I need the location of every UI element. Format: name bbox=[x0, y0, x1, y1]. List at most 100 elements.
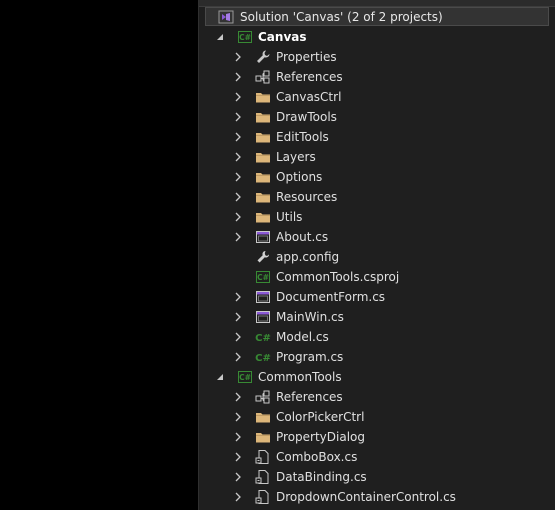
tree-node-label: Model.cs bbox=[276, 330, 329, 344]
tree-node-label: CommonTools bbox=[258, 370, 342, 384]
csharp-file-icon: C# bbox=[255, 349, 271, 365]
references-icon bbox=[255, 389, 271, 405]
collapsed-arrow-icon[interactable] bbox=[233, 451, 243, 463]
solution-node[interactable]: Solution 'Canvas' (2 of 2 projects) bbox=[205, 7, 549, 26]
folder-icon bbox=[255, 189, 271, 205]
config-icon bbox=[255, 249, 271, 265]
svg-text:C#: C# bbox=[255, 353, 271, 364]
tree-node-colorpickerctrl[interactable]: ColorPickerCtrl bbox=[199, 407, 555, 427]
collapsed-arrow-icon[interactable] bbox=[233, 91, 243, 103]
tree-node-references[interactable]: References bbox=[199, 67, 555, 87]
references-icon bbox=[255, 69, 271, 85]
svg-text:C#: C# bbox=[257, 273, 269, 282]
tree-node-layers[interactable]: Layers bbox=[199, 147, 555, 167]
tree-node-label: Resources bbox=[276, 190, 338, 204]
solution-explorer: Solution 'Canvas' (2 of 2 projects) C# Ca… bbox=[199, 0, 555, 510]
tree-node-drawtools[interactable]: DrawTools bbox=[199, 107, 555, 127]
tree-node-properties[interactable]: Properties bbox=[199, 47, 555, 67]
tree-node-options[interactable]: Options bbox=[199, 167, 555, 187]
collapsed-arrow-icon[interactable] bbox=[233, 411, 243, 423]
tree-node-label: ComboBox.cs bbox=[276, 450, 358, 464]
tree-node-label: MainWin.cs bbox=[276, 310, 344, 324]
csproj-icon: C# bbox=[255, 269, 271, 285]
folder-icon bbox=[255, 129, 271, 145]
wrench-icon bbox=[255, 49, 271, 65]
tree-node-label: DropdownContainerControl.cs bbox=[276, 490, 456, 504]
tree-node-label: PropertyDialog bbox=[276, 430, 365, 444]
tree-node-label: DrawTools bbox=[276, 110, 337, 124]
svg-text:C#: C# bbox=[239, 373, 251, 382]
tree-node-label: Options bbox=[276, 170, 323, 184]
tree-node-about-cs[interactable]: About.cs bbox=[199, 227, 555, 247]
collapsed-arrow-icon[interactable] bbox=[233, 171, 243, 183]
tree-node-commontools[interactable]: C# CommonTools bbox=[199, 367, 555, 387]
tree-node-label: Canvas bbox=[258, 30, 307, 44]
collapsed-arrow-icon[interactable] bbox=[233, 131, 243, 143]
left-panel bbox=[0, 0, 198, 510]
folder-icon bbox=[255, 149, 271, 165]
expanded-arrow-icon[interactable] bbox=[215, 31, 225, 43]
tree-node-mainwin-cs[interactable]: MainWin.cs bbox=[199, 307, 555, 327]
collapsed-arrow-icon[interactable] bbox=[233, 51, 243, 63]
tree-node-resources[interactable]: Resources bbox=[199, 187, 555, 207]
folder-icon bbox=[255, 89, 271, 105]
tree-node-label: References bbox=[276, 70, 343, 84]
collapsed-arrow-icon[interactable] bbox=[233, 331, 243, 343]
tree-node-databinding-cs[interactable]: DataBinding.cs bbox=[199, 467, 555, 487]
component-icon bbox=[255, 449, 271, 465]
tree-node-propertydialog[interactable]: PropertyDialog bbox=[199, 427, 555, 447]
folder-icon bbox=[255, 409, 271, 425]
tree-node-app-config[interactable]: app.config bbox=[199, 247, 555, 267]
tree-node-label: Program.cs bbox=[276, 350, 344, 364]
collapsed-arrow-icon[interactable] bbox=[233, 211, 243, 223]
folder-icon bbox=[255, 429, 271, 445]
folder-icon bbox=[255, 169, 271, 185]
folder-icon bbox=[255, 209, 271, 225]
collapsed-arrow-icon[interactable] bbox=[233, 291, 243, 303]
folder-icon bbox=[255, 109, 271, 125]
collapsed-arrow-icon[interactable] bbox=[233, 71, 243, 83]
tree-node-commontools-csproj[interactable]: C# CommonTools.csproj bbox=[199, 267, 555, 287]
tree-node-references[interactable]: References bbox=[199, 387, 555, 407]
tree-node-model-cs[interactable]: C# Model.cs bbox=[199, 327, 555, 347]
tree-node-combobox-cs[interactable]: ComboBox.cs bbox=[199, 447, 555, 467]
collapsed-arrow-icon[interactable] bbox=[233, 351, 243, 363]
collapsed-arrow-icon[interactable] bbox=[233, 191, 243, 203]
svg-text:C#: C# bbox=[239, 33, 251, 42]
tree-node-canvas[interactable]: C# Canvas bbox=[199, 27, 555, 47]
solution-label: Solution 'Canvas' (2 of 2 projects) bbox=[240, 10, 443, 24]
tree-node-label: DataBinding.cs bbox=[276, 470, 367, 484]
tree-node-label: Utils bbox=[276, 210, 303, 224]
visual-studio-solution-icon bbox=[218, 9, 234, 25]
expanded-arrow-icon[interactable] bbox=[215, 371, 225, 383]
tree-node-dropdowncontainercontrol-cs[interactable]: DropdownContainerControl.cs bbox=[199, 487, 555, 507]
explorer-toolbar-edge bbox=[199, 0, 555, 7]
tree-node-label: CanvasCtrl bbox=[276, 90, 342, 104]
form-icon bbox=[255, 309, 271, 325]
collapsed-arrow-icon[interactable] bbox=[233, 231, 243, 243]
tree-node-label: EditTools bbox=[276, 130, 329, 144]
form-icon bbox=[255, 229, 271, 245]
tree-node-documentform-cs[interactable]: DocumentForm.cs bbox=[199, 287, 555, 307]
collapsed-arrow-icon[interactable] bbox=[233, 431, 243, 443]
tree-node-program-cs[interactable]: C# Program.cs bbox=[199, 347, 555, 367]
collapsed-arrow-icon[interactable] bbox=[233, 491, 243, 503]
tree-node-label: CommonTools.csproj bbox=[276, 270, 400, 284]
collapsed-arrow-icon[interactable] bbox=[233, 471, 243, 483]
svg-text:C#: C# bbox=[255, 333, 271, 344]
tree-node-label: Properties bbox=[276, 50, 337, 64]
tree-node-utils[interactable]: Utils bbox=[199, 207, 555, 227]
form-icon bbox=[255, 289, 271, 305]
csharp-project-icon: C# bbox=[237, 29, 253, 45]
tree-node-canvasctrl[interactable]: CanvasCtrl bbox=[199, 87, 555, 107]
collapsed-arrow-icon[interactable] bbox=[233, 391, 243, 403]
component-icon bbox=[255, 489, 271, 505]
collapsed-arrow-icon[interactable] bbox=[233, 311, 243, 323]
component-icon bbox=[255, 469, 271, 485]
tree-node-label: app.config bbox=[276, 250, 340, 264]
collapsed-arrow-icon[interactable] bbox=[233, 151, 243, 163]
tree-node-edittools[interactable]: EditTools bbox=[199, 127, 555, 147]
tree-node-label: References bbox=[276, 390, 343, 404]
collapsed-arrow-icon[interactable] bbox=[233, 111, 243, 123]
tree-node-label: Layers bbox=[276, 150, 316, 164]
